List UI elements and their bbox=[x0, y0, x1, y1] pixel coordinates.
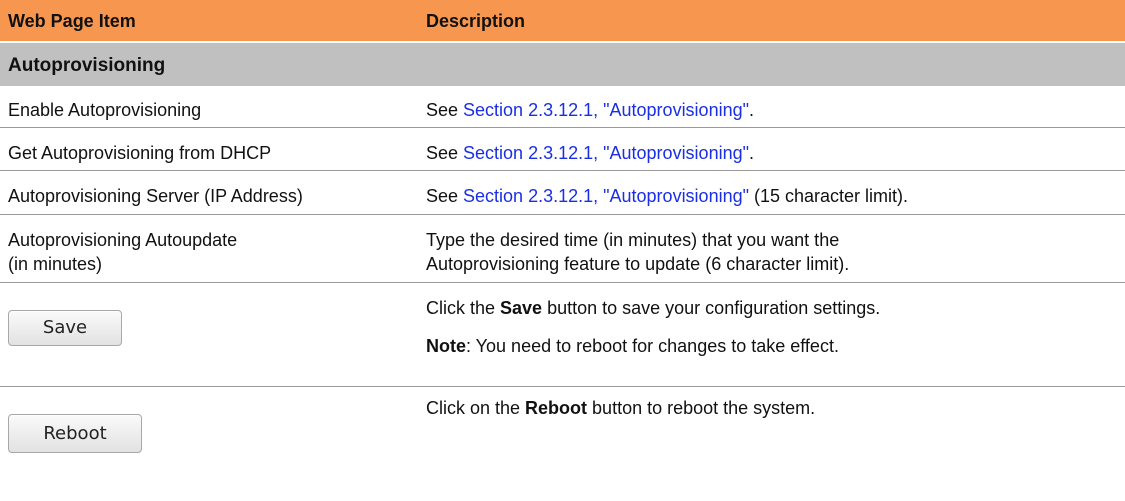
item-label: Get Autoprovisioning from DHCP bbox=[8, 143, 272, 163]
item-label-line-2: (in minutes) bbox=[8, 254, 103, 274]
header-description: Description bbox=[426, 11, 526, 31]
reboot-desc-suffix: button to reboot the system. bbox=[587, 398, 816, 418]
description-prefix: See bbox=[426, 100, 464, 120]
save-description: Click the Save button to save your confi… bbox=[426, 296, 880, 358]
section-link[interactable]: Section 2.3.12.1, "Autoprovisioning" bbox=[463, 143, 749, 163]
save-desc-bold: Save bbox=[500, 298, 543, 318]
description-line-1: Type the desired time (in minutes) that … bbox=[426, 230, 840, 250]
web-page-items-table: Web Page Item Description Autoprovisioni… bbox=[0, 0, 1125, 501]
item-label: Enable Autoprovisioning bbox=[8, 100, 202, 120]
table-row: Enable Autoprovisioning See Section 2.3.… bbox=[0, 86, 1125, 128]
note-bold: Note bbox=[426, 336, 466, 356]
reboot-desc-bold: Reboot bbox=[525, 398, 588, 418]
table-row: Autoprovisioning Autoupdate (in minutes) … bbox=[0, 216, 1125, 283]
header-web-page-item: Web Page Item bbox=[8, 11, 136, 31]
item-description: See Section 2.3.12.1, "Autoprovisioning"… bbox=[426, 98, 754, 122]
table-row-save: Save Click the Save button to save your … bbox=[0, 284, 1125, 387]
item-label: Autoprovisioning Autoupdate (in minutes) bbox=[8, 228, 237, 276]
description-prefix: See bbox=[426, 186, 464, 206]
save-button[interactable]: Save bbox=[8, 310, 122, 346]
table-row: Autoprovisioning Server (IP Address) See… bbox=[0, 172, 1125, 215]
section-title: Autoprovisioning bbox=[8, 55, 166, 76]
table-header-row: Web Page Item Description bbox=[0, 0, 1125, 41]
save-desc-prefix: Click the bbox=[426, 298, 501, 318]
description-suffix: . bbox=[749, 100, 755, 120]
description-suffix: (15 character limit). bbox=[749, 186, 909, 206]
item-description: See Section 2.3.12.1, "Autoprovisioning"… bbox=[426, 141, 754, 165]
item-label: Autoprovisioning Server (IP Address) bbox=[8, 186, 303, 206]
reboot-desc-prefix: Click on the bbox=[426, 398, 526, 418]
section-link[interactable]: Section 2.3.12.1, "Autoprovisioning" bbox=[463, 186, 749, 206]
description-prefix: See bbox=[426, 143, 464, 163]
reboot-button[interactable]: Reboot bbox=[8, 414, 142, 453]
section-link[interactable]: Section 2.3.12.1, "Autoprovisioning" bbox=[463, 100, 749, 120]
save-desc-suffix: button to save your configuration settin… bbox=[542, 298, 881, 318]
save-description-line: Click the Save button to save your confi… bbox=[426, 296, 880, 320]
save-note-line: Note: You need to reboot for changes to … bbox=[426, 334, 880, 358]
item-description: See Section 2.3.12.1, "Autoprovisioning"… bbox=[426, 184, 908, 208]
description-suffix: . bbox=[749, 143, 755, 163]
item-label-line-1: Autoprovisioning Autoupdate bbox=[8, 230, 238, 250]
table-row-reboot: Reboot Click on the Reboot button to reb… bbox=[0, 388, 1125, 501]
table-row: Get Autoprovisioning from DHCP See Secti… bbox=[0, 129, 1125, 171]
section-row-autoprovisioning: Autoprovisioning bbox=[0, 43, 1125, 86]
description-line-2: Autoprovisioning feature to update (6 ch… bbox=[426, 254, 850, 274]
note-text: : You need to reboot for changes to take… bbox=[466, 336, 839, 356]
reboot-description: Click on the Reboot button to reboot the… bbox=[426, 396, 815, 420]
item-description: Type the desired time (in minutes) that … bbox=[426, 228, 849, 276]
